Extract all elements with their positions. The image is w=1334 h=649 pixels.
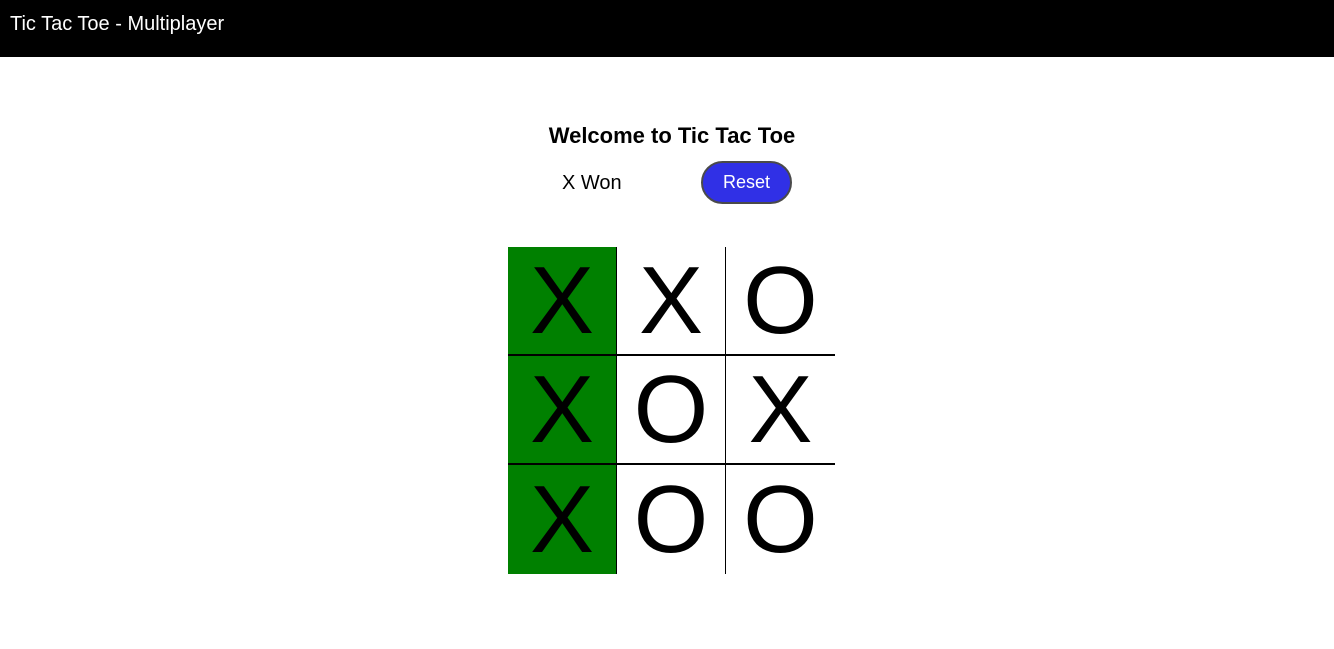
board-cell-r3c1[interactable]: X [508,465,619,574]
app-title: Tic Tac Toe - Multiplayer [10,13,225,35]
o-mark: O [743,465,818,573]
top-app-bar: Tic Tac Toe - Multiplayer [0,0,1334,57]
board-cell-r1c3[interactable]: O [726,247,835,357]
x-mark: X [529,465,595,573]
x-mark: X [529,355,595,463]
board-cell-r2c3[interactable]: X [726,356,835,466]
o-mark: O [633,355,709,463]
board-cell-r1c2[interactable]: X [617,247,728,357]
o-mark: O [633,465,709,573]
x-mark: X [748,355,813,463]
board-cell-r1c1[interactable]: X [508,247,619,357]
x-mark: X [529,246,595,354]
game-status: X Won [562,172,622,194]
o-mark: O [743,246,818,354]
game-board: XXOXOXXOO [508,247,836,575]
page-heading: Welcome to Tic Tac Toe [548,123,796,148]
board-cell-r2c1[interactable]: X [508,356,619,466]
board-cell-r3c3[interactable]: O [726,465,835,574]
board-cell-r3c2[interactable]: O [617,465,728,574]
x-mark: X [638,246,704,354]
board-cell-r2c2[interactable]: O [617,356,728,466]
reset-button[interactable]: Reset [701,161,792,204]
